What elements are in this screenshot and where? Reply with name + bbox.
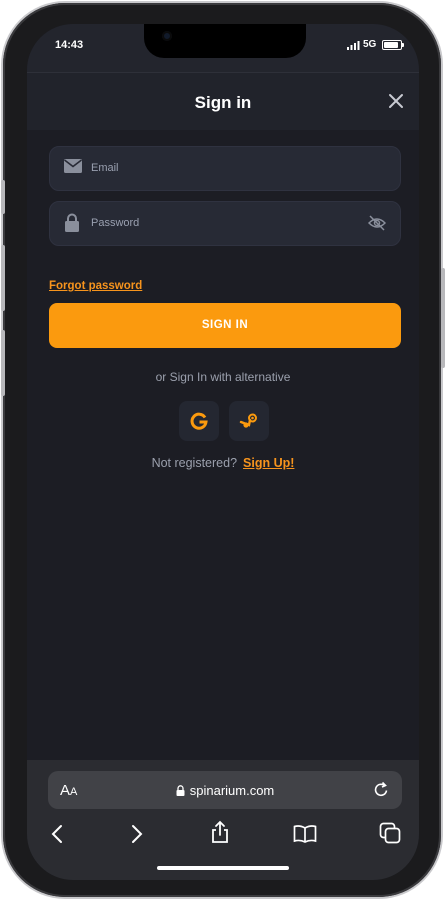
camera xyxy=(162,31,172,41)
email-field[interactable]: Email xyxy=(49,146,401,191)
password-placeholder: Password xyxy=(91,217,140,229)
register-prompt: Not registered? Sign Up! xyxy=(27,456,419,470)
lock-icon xyxy=(176,785,185,796)
password-field[interactable]: Password xyxy=(49,201,401,246)
reload-icon[interactable] xyxy=(372,781,390,799)
volume-up-button xyxy=(1,245,5,311)
home-indicator xyxy=(157,866,289,870)
browser-toolbar: AA spinarium.com xyxy=(27,760,419,880)
steam-signin-button[interactable] xyxy=(229,401,269,441)
notch xyxy=(144,24,306,58)
mail-icon xyxy=(64,159,82,173)
power-button xyxy=(441,268,445,368)
not-registered-text: Not registered? xyxy=(151,456,238,470)
email-placeholder: Email xyxy=(91,162,119,174)
address-bar[interactable]: AA spinarium.com xyxy=(48,771,402,809)
modal-title: Sign in xyxy=(194,93,252,112)
tabs-icon[interactable] xyxy=(379,822,401,844)
close-icon[interactable] xyxy=(387,92,405,110)
status-bar: 14:43 5G xyxy=(27,24,419,72)
eye-off-icon[interactable] xyxy=(368,215,386,231)
volume-down-button xyxy=(1,330,5,396)
google-signin-button[interactable] xyxy=(179,401,219,441)
url-text: spinarium.com xyxy=(189,783,275,798)
share-icon[interactable] xyxy=(210,820,230,844)
back-icon[interactable] xyxy=(51,824,63,844)
screen: 14:43 5G Sign in Email Password Forgot p… xyxy=(27,24,419,880)
alternative-signin-text: or Sign In with alternative xyxy=(155,370,291,384)
sign-up-link[interactable]: Sign Up! xyxy=(243,456,294,470)
network-label: 5G xyxy=(363,39,377,50)
signin-modal: Sign in Email Password Forgot password S… xyxy=(27,72,419,760)
forgot-password-link[interactable]: Forgot password xyxy=(49,280,142,292)
modal-header: Sign in xyxy=(27,72,419,130)
bookmarks-icon[interactable] xyxy=(293,825,317,843)
sign-in-button[interactable]: SIGN IN xyxy=(49,303,401,348)
google-icon xyxy=(190,412,208,430)
lock-icon xyxy=(65,213,79,232)
signal-icon xyxy=(347,41,360,50)
battery-icon xyxy=(382,40,404,50)
forward-icon[interactable] xyxy=(131,824,143,844)
silent-switch xyxy=(1,180,5,214)
url-display: spinarium.com xyxy=(48,783,402,798)
steam-icon xyxy=(239,413,257,428)
status-time: 14:43 xyxy=(55,39,84,51)
